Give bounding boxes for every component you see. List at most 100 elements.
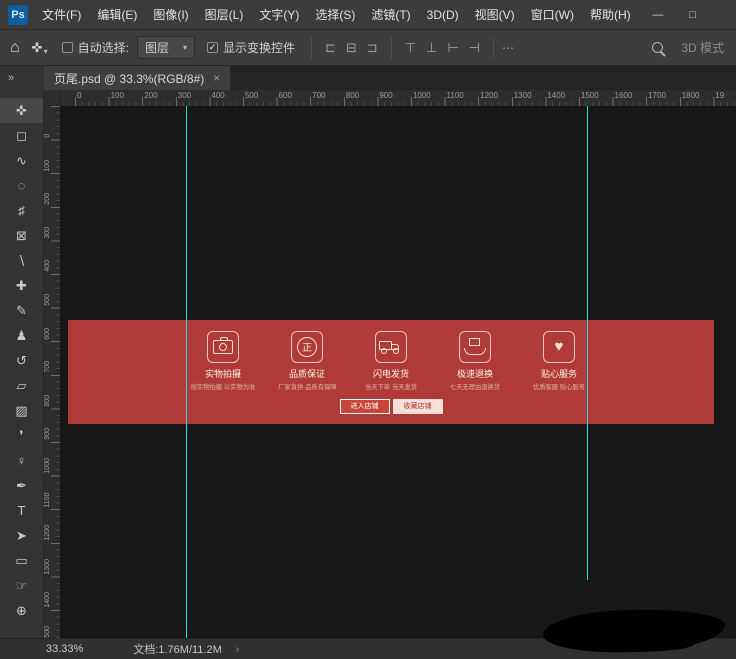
- ruler-number: 0: [75, 90, 109, 106]
- menu-item[interactable]: 视图(V): [467, 0, 523, 29]
- tool-icon: ↺: [16, 353, 27, 369]
- eyedropper-tool[interactable]: ∖: [0, 248, 43, 273]
- banner-item-title: 闪电发货: [373, 367, 409, 380]
- distribute-vertical-icon[interactable]: ⊥: [421, 40, 442, 56]
- guide-vertical-2[interactable]: [587, 106, 588, 580]
- menu-item-label: 选择(S): [315, 6, 355, 23]
- type-tool[interactable]: T: [0, 498, 43, 523]
- align-left-icon[interactable]: ⊏: [320, 40, 341, 56]
- banner-item-subtitle: 当天下单 当天发货: [365, 382, 417, 391]
- banner-item-subtitle: 厂家直供 品质有保障: [278, 382, 336, 391]
- crop-tool[interactable]: ♯: [0, 198, 43, 223]
- current-tool-preset[interactable]: ✜ ▾: [32, 40, 48, 56]
- rectangular-marquee-tool[interactable]: ◻: [0, 123, 43, 148]
- more-options-icon[interactable]: ⋯: [502, 41, 516, 55]
- menu-item[interactable]: 滤镜(T): [363, 0, 418, 29]
- ruler-number: 300: [44, 207, 60, 241]
- menu-item-label: 视图(V): [475, 6, 515, 23]
- separator: [311, 37, 312, 59]
- menu-item[interactable]: 文字(Y): [251, 0, 307, 29]
- minimize-button[interactable]: —: [652, 9, 663, 21]
- menubar: Ps 文件(F) 编辑(E) 图像(I) 图层(L): [0, 0, 736, 30]
- tool-icon: ♀: [17, 453, 27, 468]
- banner-item-title: 品质保证: [289, 367, 325, 380]
- menu-item[interactable]: 帮助(H): [582, 0, 639, 29]
- banner-button-primary: 进入店铺: [340, 399, 390, 414]
- horizontal-ruler[interactable]: 0100200300400500600700800900100011001200…: [60, 90, 736, 106]
- tab-close-icon[interactable]: ×: [213, 71, 220, 85]
- align-bottom-icon[interactable]: ⊢: [442, 40, 463, 56]
- gradient-tool[interactable]: ▨: [0, 398, 43, 423]
- frame-tool[interactable]: ⊠: [0, 223, 43, 248]
- ruler-number: 500: [243, 90, 277, 106]
- blur-tool[interactable]: ❜: [0, 423, 43, 448]
- photoshop-logo-icon: Ps: [8, 5, 28, 25]
- hand-tool[interactable]: ☞: [0, 573, 43, 598]
- vertical-ruler[interactable]: 0100200300400500600700800900100011001200…: [44, 106, 60, 638]
- spot-healing-brush-tool[interactable]: ✚: [0, 273, 43, 298]
- tool-icon: ∿: [16, 153, 27, 169]
- banner-item-title: 极速退换: [457, 367, 493, 380]
- ruler-number: 1300: [44, 543, 60, 577]
- search-icon[interactable]: [652, 42, 663, 53]
- window-control-glyph: □: [689, 9, 696, 21]
- tool-icon: ✎: [16, 303, 27, 319]
- rectangle-tool[interactable]: ▭: [0, 548, 43, 573]
- camera-icon: [207, 331, 239, 363]
- ruler-number: 200: [44, 173, 60, 207]
- banner-item: 正 品质保证 厂家直供 品质有保障: [271, 331, 343, 392]
- align-right-icon[interactable]: ⊐: [362, 40, 383, 56]
- ruler-number: 1600: [613, 90, 647, 106]
- banner-button-secondary: 收藏店铺: [393, 399, 443, 414]
- document-tab[interactable]: 页尾.psd @ 33.3%(RGB/8#) ×: [44, 66, 230, 90]
- status-options-chevron-icon[interactable]: ›: [236, 644, 239, 655]
- zoom-level-field[interactable]: 33.33%: [46, 643, 83, 655]
- menu-item[interactable]: 图层(L): [197, 0, 252, 29]
- pen-tool[interactable]: ✒: [0, 473, 43, 498]
- clone-stamp-tool[interactable]: ♟: [0, 323, 43, 348]
- distribute-icons-group: ⊤ ⊥ ⊢ ⊣: [400, 40, 485, 56]
- banner-item-subtitle: 按实物拍摄 以实物为准: [191, 382, 256, 391]
- quick-selection-tool[interactable]: ◌: [0, 173, 43, 198]
- auto-select-checkbox[interactable]: [62, 42, 73, 53]
- banner-item: 闪电发货 当天下单 当天发货: [355, 331, 427, 392]
- auto-select-target-dropdown[interactable]: 图层 ▾: [137, 36, 195, 59]
- ruler-number: 1000: [411, 90, 445, 106]
- zoom-tool[interactable]: ⊕: [0, 598, 43, 623]
- guide-vertical-1[interactable]: [186, 106, 187, 638]
- menu-item[interactable]: 文件(F): [34, 0, 89, 29]
- align-top-icon[interactable]: ⊤: [400, 40, 421, 56]
- align-center-h-icon[interactable]: ⊟: [341, 40, 362, 56]
- document-canvas[interactable]: 实物拍摄 按实物拍摄 以实物为准 正 品质保证 厂家直供 品质有保障 闪电发货 …: [60, 106, 736, 638]
- distribute-horizontal-icon[interactable]: ⊣: [464, 40, 485, 56]
- lasso-tool[interactable]: ∿: [0, 148, 43, 173]
- home-icon[interactable]: ⌂: [10, 39, 20, 57]
- menu-item[interactable]: 编辑(E): [89, 0, 145, 29]
- banner-item-title: 实物拍摄: [205, 367, 241, 380]
- show-transform-checkbox[interactable]: ✓: [207, 42, 218, 53]
- tool-icon: T: [18, 503, 26, 518]
- menu-item-label: 3D(D): [427, 8, 459, 22]
- menu-item-label: 编辑(E): [97, 6, 137, 23]
- tool-icon: ☞: [16, 578, 28, 594]
- menu-item[interactable]: 图像(I): [145, 0, 196, 29]
- path-selection-tool[interactable]: ➤: [0, 523, 43, 548]
- collapse-panel-icon[interactable]: »: [8, 72, 14, 84]
- eraser-tool[interactable]: ▱: [0, 373, 43, 398]
- menu-item[interactable]: 选择(S): [307, 0, 363, 29]
- dodge-tool[interactable]: ♀: [0, 448, 43, 473]
- ruler-number: 300: [176, 90, 210, 106]
- maximize-button[interactable]: □: [689, 9, 696, 21]
- tool-icon: ◌: [18, 178, 26, 193]
- move-tool[interactable]: ✜: [0, 98, 43, 123]
- menu-item[interactable]: 窗口(W): [523, 0, 582, 29]
- ruler-origin-corner[interactable]: [44, 90, 60, 106]
- menu-item-label: 滤镜(T): [371, 6, 410, 23]
- tool-icon: ⊠: [16, 228, 27, 244]
- tool-icon: ◻: [16, 128, 27, 144]
- history-brush-tool[interactable]: ↺: [0, 348, 43, 373]
- tool-icon: ✒: [16, 478, 27, 494]
- menu-item[interactable]: 3D(D): [419, 0, 467, 29]
- tool-icon: ▱: [17, 378, 27, 394]
- brush-tool[interactable]: ✎: [0, 298, 43, 323]
